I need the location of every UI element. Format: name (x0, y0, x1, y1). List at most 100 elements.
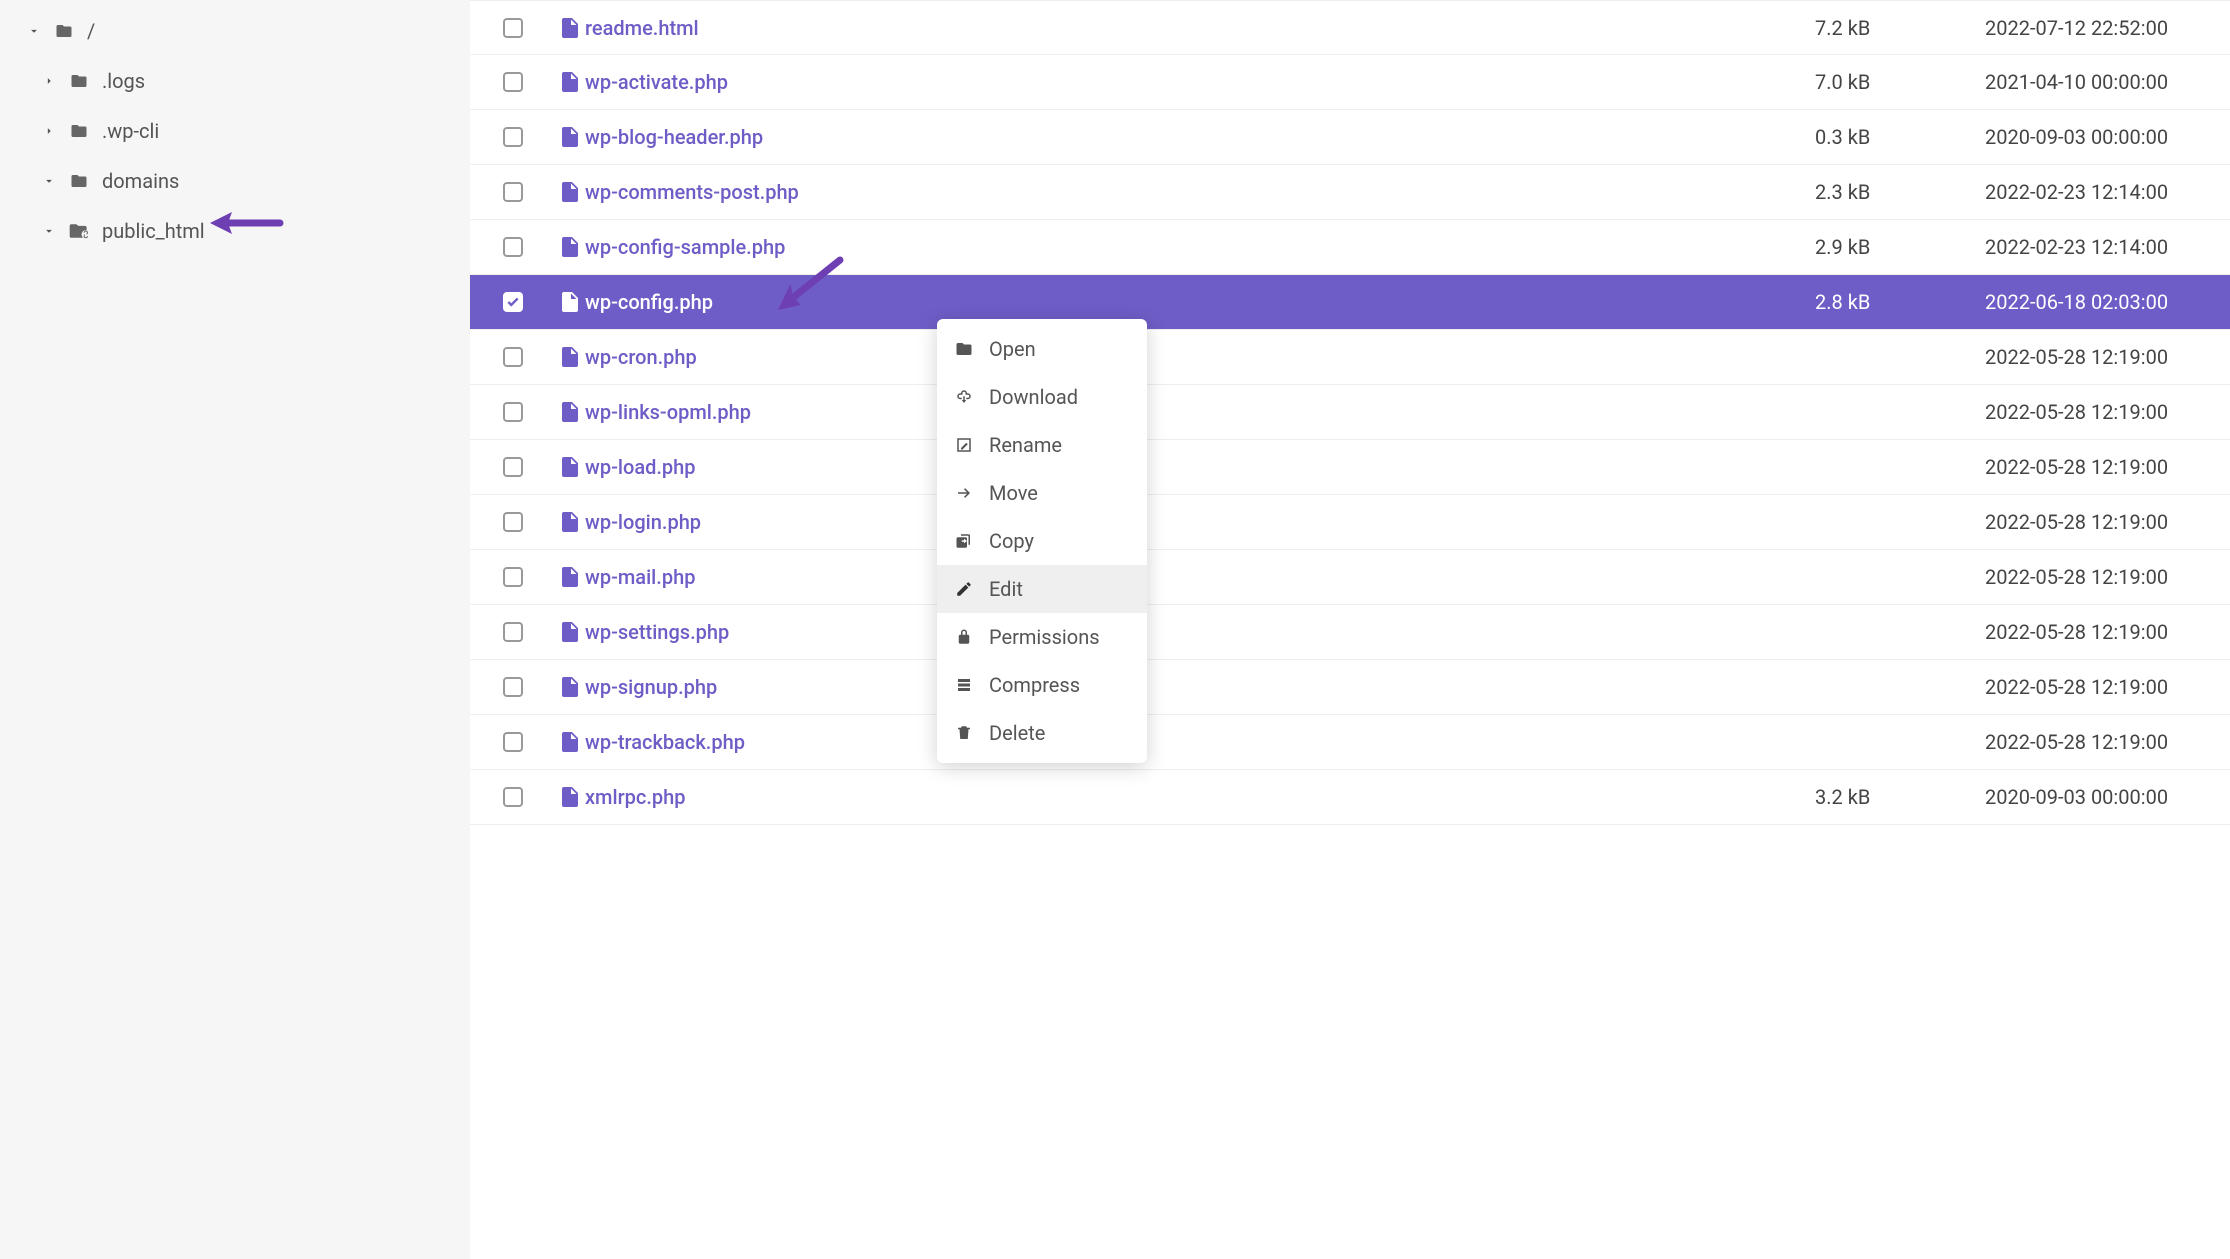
file-row[interactable]: wp-activate.php 7.0 kB2021-04-10 00:00:00 (470, 55, 2230, 110)
row-checkbox[interactable] (503, 237, 523, 257)
file-name[interactable]: wp-trackback.php (585, 730, 745, 754)
row-checkbox[interactable] (503, 787, 523, 807)
file-name[interactable]: wp-activate.php (585, 70, 728, 94)
file-name[interactable]: wp-config-sample.php (585, 235, 785, 259)
row-checkbox[interactable] (503, 567, 523, 587)
row-checkbox[interactable] (503, 18, 523, 38)
file-name[interactable]: readme.html (585, 16, 699, 40)
file-list: readme.html 7.2 kB2022-07-12 22:52:00 wp-a… (470, 0, 2230, 1259)
row-checkbox[interactable] (503, 457, 523, 477)
file-name[interactable]: wp-signup.php (585, 675, 717, 699)
file-date: 2022-06-18 02:03:00 (1985, 290, 2230, 314)
copy-icon (955, 532, 977, 550)
tree-item-domains[interactable]: domains (0, 156, 470, 206)
menu-item-label: Copy (989, 529, 1034, 553)
folder-open-icon (53, 22, 75, 40)
row-checkbox[interactable] (503, 732, 523, 752)
menu-item-label: Rename (989, 433, 1062, 457)
file-date: 2020-09-03 00:00:00 (1985, 125, 2230, 149)
file-row[interactable]: wp-signup.php 2022-05-28 12:19:00 (470, 660, 2230, 715)
folder-icon (68, 122, 90, 140)
tree-item-logs[interactable]: .logs (0, 56, 470, 106)
file-row[interactable]: wp-blog-header.php0.3 kB2020-09-03 00:00… (470, 110, 2230, 165)
row-checkbox[interactable] (503, 622, 523, 642)
file-size: 2.9 kB (1815, 235, 1985, 259)
row-checkbox[interactable] (503, 182, 523, 202)
tree-item-public-html[interactable]: public_html (0, 206, 470, 256)
file-name[interactable]: wp-settings.php (585, 620, 729, 644)
compress-icon (955, 676, 977, 694)
file-date: 2021-04-10 00:00:00 (1985, 70, 2230, 94)
delete-icon (955, 724, 977, 742)
chevron-right-icon (40, 124, 58, 138)
file-name[interactable]: wp-mail.php (585, 565, 695, 589)
folder-link-icon (68, 222, 90, 240)
row-checkbox[interactable] (503, 677, 523, 697)
file-name[interactable]: wp-load.php (585, 455, 696, 479)
menu-item-delete[interactable]: Delete (937, 709, 1147, 757)
folder-icon (68, 72, 90, 90)
file-row[interactable]: wp-config-sample.php2.9 kB2022-02-23 12:… (470, 220, 2230, 275)
menu-item-label: Delete (989, 721, 1045, 745)
menu-item-rename[interactable]: Rename (937, 421, 1147, 469)
file-icon (555, 457, 585, 477)
file-row[interactable]: wp-comments-post.php2.3 kB2022-02-23 12:… (470, 165, 2230, 220)
open-icon (955, 340, 977, 358)
row-checkbox[interactable] (503, 512, 523, 532)
file-icon (555, 18, 585, 38)
file-row[interactable]: wp-load.php2022-05-28 12:19:00 (470, 440, 2230, 495)
file-row[interactable]: wp-trackback.php2022-05-28 12:19:00 (470, 715, 2230, 770)
file-row[interactable]: xmlrpc.php3.2 kB2020-09-03 00:00:00 (470, 770, 2230, 825)
file-date: 2022-05-28 12:19:00 (1985, 400, 2230, 424)
menu-item-permissions[interactable]: Permissions (937, 613, 1147, 661)
file-name[interactable]: wp-comments-post.php (585, 180, 799, 204)
menu-item-label: Open (989, 337, 1036, 361)
menu-item-label: Move (989, 481, 1038, 505)
row-checkbox[interactable] (503, 72, 523, 92)
file-size: 7.2 kB (1815, 16, 1985, 40)
edit-icon (955, 580, 977, 598)
file-date: 2022-05-28 12:19:00 (1985, 620, 2230, 644)
folder-open-icon (68, 172, 90, 190)
file-date: 2022-02-23 12:14:00 (1985, 180, 2230, 204)
file-icon (555, 567, 585, 587)
tree-item-label: .logs (102, 69, 145, 93)
menu-item-move[interactable]: Move (937, 469, 1147, 517)
file-name[interactable]: wp-links-opml.php (585, 400, 751, 424)
row-checkbox[interactable] (503, 292, 523, 312)
file-row[interactable]: wp-mail.php2022-05-28 12:19:00 (470, 550, 2230, 605)
menu-item-download[interactable]: Download (937, 373, 1147, 421)
file-icon (555, 347, 585, 367)
file-row[interactable]: wp-settings.php 2022-05-28 12:19:00 (470, 605, 2230, 660)
menu-item-copy[interactable]: Copy (937, 517, 1147, 565)
file-row[interactable]: wp-login.php 2022-05-28 12:19:00 (470, 495, 2230, 550)
menu-item-open[interactable]: Open (937, 325, 1147, 373)
file-row[interactable]: wp-links-opml.php 2022-05-28 12:19:00 (470, 385, 2230, 440)
file-name[interactable]: wp-login.php (585, 510, 701, 534)
row-checkbox[interactable] (503, 347, 523, 367)
file-icon (555, 402, 585, 422)
file-date: 2022-05-28 12:19:00 (1985, 510, 2230, 534)
row-checkbox[interactable] (503, 127, 523, 147)
file-icon (555, 127, 585, 147)
file-row[interactable]: readme.html 7.2 kB2022-07-12 22:52:00 (470, 0, 2230, 55)
menu-item-compress[interactable]: Compress (937, 661, 1147, 709)
file-name[interactable]: wp-config.php (585, 290, 713, 314)
tree-root[interactable]: / (0, 6, 470, 56)
file-row[interactable]: wp-cron.php2022-05-28 12:19:00 (470, 330, 2230, 385)
file-name[interactable]: wp-blog-header.php (585, 125, 763, 149)
file-name[interactable]: xmlrpc.php (585, 785, 685, 809)
menu-item-edit[interactable]: Edit (937, 565, 1147, 613)
row-checkbox[interactable] (503, 402, 523, 422)
tree-root-label: / (87, 19, 95, 43)
file-icon (555, 512, 585, 532)
menu-item-label: Edit (989, 577, 1023, 601)
file-icon (555, 72, 585, 92)
file-date: 2022-07-12 22:52:00 (1985, 16, 2230, 40)
file-name[interactable]: wp-cron.php (585, 345, 697, 369)
file-date: 2022-05-28 12:19:00 (1985, 675, 2230, 699)
tree-item-wp-cli[interactable]: .wp-cli (0, 106, 470, 156)
file-row[interactable]: wp-config.php2.8 kB2022-06-18 02:03:00 (470, 275, 2230, 330)
file-size: 7.0 kB (1815, 70, 1985, 94)
file-date: 2020-09-03 00:00:00 (1985, 785, 2230, 809)
